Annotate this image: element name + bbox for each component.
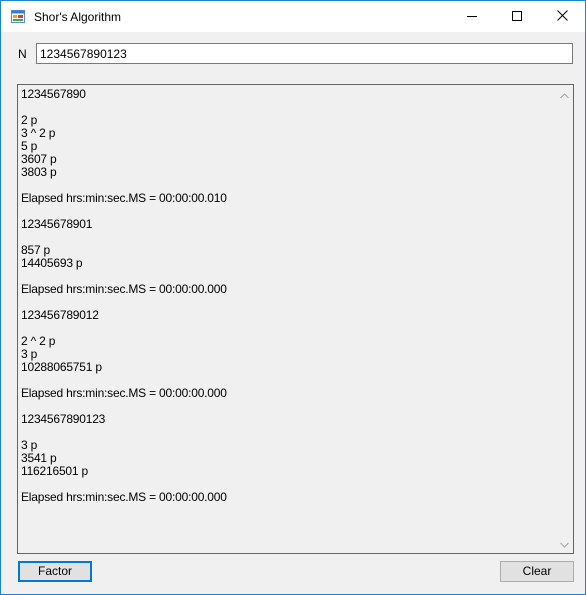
windows-form-icon (11, 10, 25, 23)
scroll-track[interactable] (556, 103, 573, 535)
minimize-button[interactable] (449, 1, 494, 32)
clear-button[interactable]: Clear (500, 561, 574, 582)
factor-button[interactable]: Factor (18, 561, 92, 582)
vertical-scrollbar[interactable] (556, 86, 573, 552)
title-bar[interactable]: Shor's Algorithm (1, 1, 585, 32)
maximize-icon (511, 10, 522, 24)
scroll-up-arrow-icon (560, 88, 569, 102)
scroll-down-arrow-icon (560, 537, 569, 551)
shors-algorithm-window: Shor's Algorithm N 1234567890 2 p 3 ^ 2 … (0, 0, 586, 595)
output-textbox[interactable]: 1234567890 2 p 3 ^ 2 p 5 p 3607 p 3803 p… (17, 84, 574, 554)
maximize-button[interactable] (494, 1, 539, 32)
scroll-up-button[interactable] (556, 86, 573, 103)
n-input[interactable] (36, 43, 573, 64)
close-button[interactable] (540, 1, 585, 32)
window-title: Shor's Algorithm (34, 10, 121, 24)
n-label: N (18, 47, 27, 61)
scroll-down-button[interactable] (556, 535, 573, 552)
output-text: 1234567890 2 p 3 ^ 2 p 5 p 3607 p 3803 p… (21, 87, 227, 504)
close-icon (557, 9, 568, 24)
minimize-icon (466, 10, 477, 24)
